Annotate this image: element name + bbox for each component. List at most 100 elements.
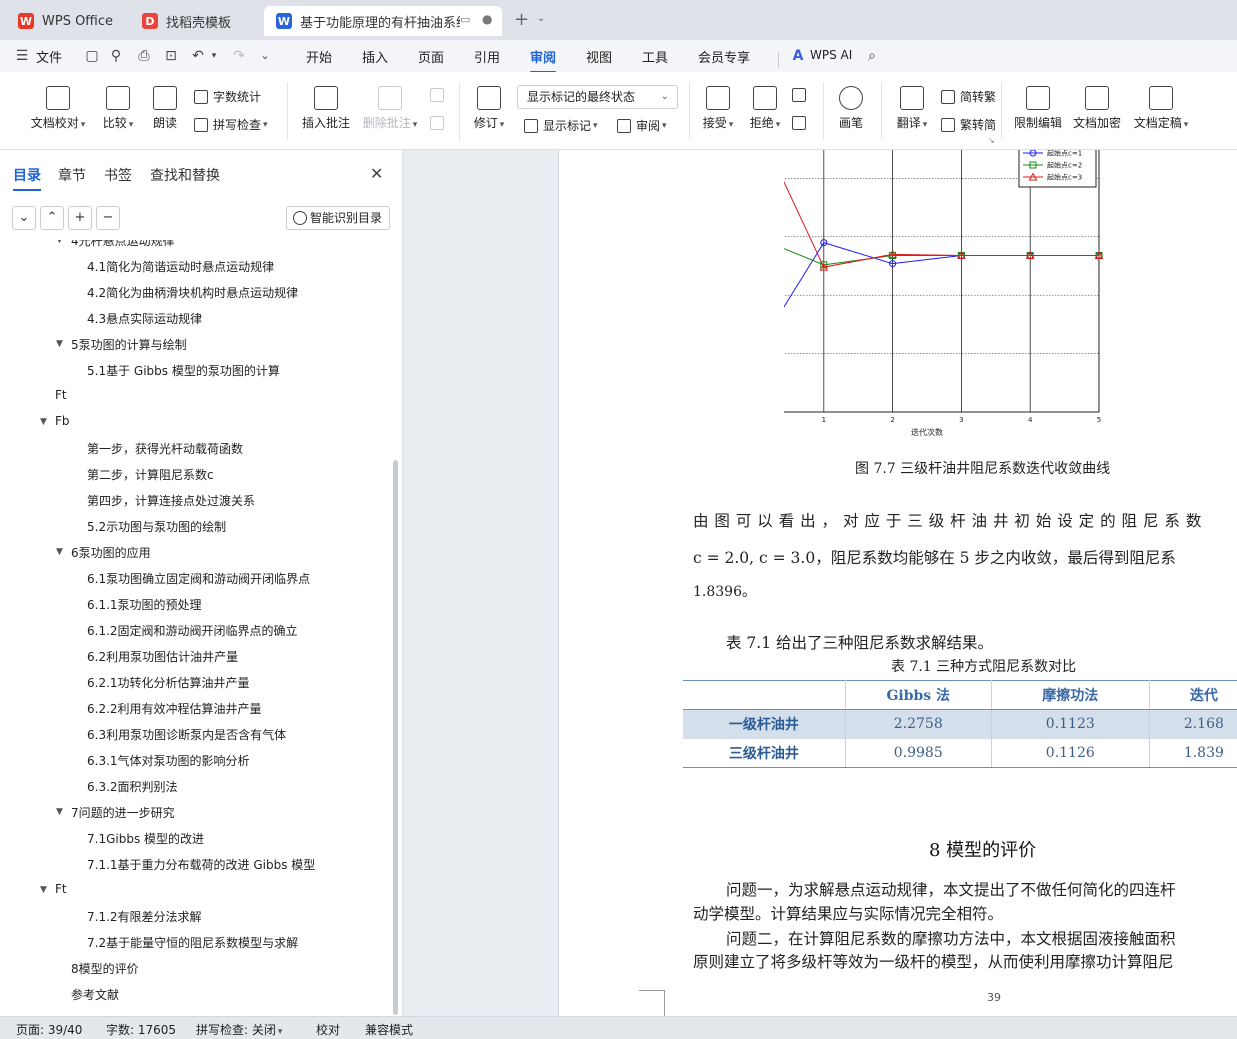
toc-item[interactable]: 4.3悬点实际运动规律	[87, 310, 202, 327]
spell-check-indicator[interactable]: 拼写检查: 关闭 ▾	[196, 1021, 282, 1038]
close-icon[interactable]: ✕	[370, 164, 383, 183]
collapse-chevron-up-icon[interactable]: ⌃	[40, 206, 64, 230]
menu-insert[interactable]: 插入	[362, 47, 388, 66]
toc-item[interactable]: 6.2.1功转化分析估算油井产量	[87, 674, 250, 691]
menu-start[interactable]: 开始	[306, 47, 332, 66]
insert-comment-button[interactable]: 插入批注	[298, 86, 354, 131]
prev-revision-button[interactable]	[792, 88, 811, 102]
toc-expand-arrow-icon[interactable]: ▼	[56, 240, 63, 245]
undo-chevron-icon[interactable]: ▾	[206, 48, 222, 64]
toc-item[interactable]: Fb	[55, 414, 70, 428]
toc-item[interactable]: 7问题的进一步研究	[71, 804, 175, 821]
menu-view[interactable]: 视图	[586, 47, 612, 66]
reject-button[interactable]: 拒绝 ▾	[746, 86, 784, 131]
quick-access-chevron-icon[interactable]: ⌄	[257, 48, 273, 64]
menu-member[interactable]: 会员专享	[698, 47, 750, 66]
search-icon[interactable]: ⌕	[864, 48, 880, 64]
collapse-chevron-down-icon[interactable]: ⌄	[12, 206, 36, 230]
simp-to-trad-button[interactable]: 简转繁	[941, 88, 996, 105]
toc-item[interactable]: 6.2.2利用有效冲程估算油井产量	[87, 700, 262, 717]
add-heading-plus-icon[interactable]: +	[68, 206, 92, 230]
dialog-launcher-icon[interactable]: ↘	[988, 136, 995, 145]
toc-item[interactable]: Ft	[55, 388, 67, 402]
revise-button[interactable]: 修订 ▾	[469, 86, 509, 131]
print-icon[interactable]: ⎙	[136, 48, 152, 64]
monitor-icon[interactable]: ▭	[460, 13, 470, 26]
toc-expand-arrow-icon[interactable]: ▼	[56, 547, 63, 557]
menu-file[interactable]: 文件	[36, 47, 62, 66]
next-revision-button[interactable]	[792, 116, 811, 130]
toc-item[interactable]: 6.3.1气体对泵功图的影响分析	[87, 752, 250, 769]
unsaved-dot-icon[interactable]: ●	[482, 12, 492, 26]
trad-to-simp-button[interactable]: 繁转简	[941, 116, 996, 133]
toc-item[interactable]: 6.2利用泵功图估计油井产量	[87, 648, 238, 665]
delete-comment-button[interactable]: 删除批注 ▾	[360, 86, 420, 131]
toc-item[interactable]: 6泵功图的应用	[71, 544, 151, 561]
compare-button[interactable]: 比较 ▾	[98, 86, 138, 131]
tab-list-chevron-icon[interactable]: ⌄	[537, 13, 545, 24]
tab-toc[interactable]: 目录	[13, 165, 41, 191]
doc-check-button[interactable]: 文档校对 ▾	[28, 86, 88, 131]
tab-chapters[interactable]: 章节	[58, 165, 86, 185]
toc-expand-arrow-icon[interactable]: ▼	[56, 339, 63, 349]
toc-item[interactable]: 第一步，获得光杆动载荷函数	[87, 440, 243, 457]
smart-toc-button[interactable]: 智能识别目录	[286, 206, 390, 230]
review-pane-button[interactable]: 审阅 ▾	[617, 117, 667, 134]
menu-tools[interactable]: 工具	[642, 47, 668, 66]
undo-icon[interactable]: ↶	[190, 48, 206, 64]
word-count-button[interactable]: 字数统计	[194, 88, 261, 105]
toc-item[interactable]: 6.3利用泵功图诊断泵内是否含有气体	[87, 726, 286, 743]
spell-check-button[interactable]: 拼写检查 ▾	[194, 116, 268, 133]
proofread-indicator[interactable]: 校对	[316, 1021, 340, 1038]
encrypt-button[interactable]: 文档加密	[1071, 86, 1123, 131]
tab-current-document[interactable]: W 基于功能原理的有杆抽油系统 ▭ ●	[264, 6, 502, 36]
toc-item[interactable]: 4.1简化为简谐运动时悬点运动规律	[87, 258, 274, 275]
toc-item[interactable]: 4光杆悬点运动规律	[71, 240, 175, 249]
menu-review[interactable]: 审阅	[530, 47, 557, 73]
read-aloud-button[interactable]: 朗读	[149, 86, 181, 131]
toc-item[interactable]: 7.1Gibbs 模型的改进	[87, 830, 204, 847]
toc-scrollbar[interactable]	[393, 460, 398, 1015]
toc-item[interactable]: 7.1.2有限差分法求解	[87, 908, 202, 925]
toc-item[interactable]: 6.1.1泵功图的预处理	[87, 596, 202, 613]
finalize-button[interactable]: 文档定稿 ▾	[1130, 86, 1192, 131]
word-count-indicator[interactable]: 字数: 17605	[106, 1021, 176, 1038]
toc-item[interactable]: 5.1基于 Gibbs 模型的泵功图的计算	[87, 362, 280, 379]
tab-docer-templates[interactable]: D 找稻壳模板	[130, 6, 260, 36]
restrict-edit-button[interactable]: 限制编辑	[1012, 86, 1064, 131]
mark-state-select[interactable]: 显示标记的最终状态 ⌄	[517, 85, 678, 109]
tab-wps-office[interactable]: W WPS Office	[6, 6, 124, 36]
redo-icon[interactable]: ↷	[231, 48, 247, 64]
menu-wps-ai[interactable]: WPS AI	[810, 48, 852, 62]
toc-expand-arrow-icon[interactable]: ▼	[40, 417, 47, 427]
hamburger-icon[interactable]: ☰	[14, 48, 30, 64]
print-preview-icon[interactable]: ⊡	[163, 48, 179, 64]
toc-item[interactable]: 6.1.2固定阀和游动阀开闭临界点的确立	[87, 622, 298, 639]
tab-find-replace[interactable]: 查找和替换	[150, 165, 220, 185]
toc-item[interactable]: 第二步，计算阻尼系数c	[87, 466, 214, 483]
toc-item[interactable]: 6.1泵功图确立固定阀和游动阀开闭临界点	[87, 570, 310, 587]
page-indicator[interactable]: 页面: 39/40	[16, 1021, 82, 1038]
share-icon[interactable]: ⚲	[108, 48, 124, 64]
new-tab-plus-icon[interactable]: +	[514, 9, 529, 30]
save-icon[interactable]: ▢	[84, 48, 100, 64]
remove-heading-minus-icon[interactable]: −	[96, 206, 120, 230]
toc-item[interactable]: 7.2基于能量守恒的阻尼系数模型与求解	[87, 934, 298, 951]
toc-item[interactable]: 4.2简化为曲柄滑块机构时悬点运动规律	[87, 284, 298, 301]
toc-expand-arrow-icon[interactable]: ▼	[40, 885, 47, 895]
menu-reference[interactable]: 引用	[474, 47, 500, 66]
next-comment-button[interactable]	[430, 116, 449, 130]
accept-button[interactable]: 接受 ▾	[699, 86, 737, 131]
toc-item[interactable]: 8模型的评价	[71, 960, 139, 977]
toc-item[interactable]: 5泵功图的计算与绘制	[71, 336, 187, 353]
toc-item[interactable]: 参考文献	[71, 986, 119, 1003]
toc-item[interactable]: Ft	[55, 882, 67, 896]
prev-comment-button[interactable]	[430, 88, 449, 102]
toc-item[interactable]: 7.1.1基于重力分布载荷的改进 Gibbs 模型	[87, 856, 315, 873]
translate-button[interactable]: 翻译 ▾	[893, 86, 931, 131]
toc-item[interactable]: 第四步，计算连接点处过渡关系	[87, 492, 255, 509]
tab-bookmarks[interactable]: 书签	[104, 165, 132, 185]
toc-expand-arrow-icon[interactable]: ▼	[56, 807, 63, 817]
pen-button[interactable]: 画笔	[836, 86, 866, 131]
menu-page[interactable]: 页面	[418, 47, 444, 66]
